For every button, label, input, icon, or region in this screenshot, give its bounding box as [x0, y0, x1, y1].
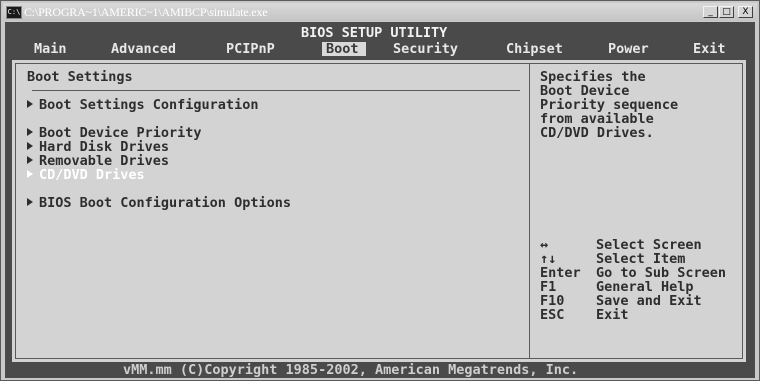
bios-utility-title: BIOS SETUP UTILITY — [301, 25, 448, 41]
help-text-line: from available — [540, 111, 654, 127]
status-footer: vMM.mm (C)Copyright 1985-2002, American … — [5, 363, 755, 378]
tab-boot[interactable]: Boot — [326, 42, 359, 56]
menu-item-bios-boot-configuration-options[interactable]: BIOS Boot Configuration Options — [27, 196, 291, 210]
menu-item-label: Boot Settings Configuration — [39, 97, 259, 113]
help-text-line: Boot Device — [540, 83, 630, 99]
menu-item-label: BIOS Boot Configuration Options — [39, 195, 291, 211]
help-text-line: Priority sequence — [540, 97, 679, 113]
key-hint-action: Select Screen — [596, 237, 702, 253]
key-hint-key: F10 — [540, 293, 565, 309]
menu-item-boot-settings-configuration[interactable]: Boot Settings Configuration — [27, 98, 258, 112]
copyright-text: vMM.mm (C)Copyright 1985-2002, American … — [123, 362, 579, 378]
title-bar[interactable]: C:\ C:\PROGRA~1\AMERIC~1\AMIBCP\simulate… — [3, 3, 757, 21]
key-hint-action: Exit — [596, 307, 629, 323]
menu-item-hard-disk-drives[interactable]: Hard Disk Drives — [27, 140, 169, 154]
key-hint-key: ↑↓ — [540, 251, 557, 267]
key-hint-action: Go to Sub Screen — [596, 265, 727, 281]
key-hint-key: F1 — [540, 279, 557, 295]
menu-item-label-selected: CD/DVD Drives — [39, 167, 145, 183]
tab-pcipnp[interactable]: PCIPnP — [226, 42, 275, 56]
tab-power[interactable]: Power — [608, 42, 649, 56]
tab-security[interactable]: Security — [393, 42, 458, 56]
section-rule — [32, 90, 520, 91]
section-title: Boot Settings — [27, 69, 133, 85]
submenu-arrow-icon — [27, 156, 33, 164]
settings-panel-frame: Boot Settings Boot Settings Configuratio… — [15, 63, 743, 359]
submenu-arrow-icon — [27, 142, 33, 150]
submenu-arrow-icon — [27, 100, 33, 108]
maximize-button[interactable]: □ — [719, 6, 734, 18]
key-hint-action: General Help — [596, 279, 694, 295]
key-hint-key: Enter — [540, 265, 581, 281]
settings-panel: Boot Settings Boot Settings Configuratio… — [12, 60, 746, 362]
tab-main[interactable]: Main — [34, 42, 67, 56]
key-hint-key: ↔ — [540, 237, 549, 253]
help-divider — [529, 64, 530, 358]
application-window: C:\ C:\PROGRA~1\AMERIC~1\AMIBCP\simulate… — [0, 0, 760, 381]
bios-screen: BIOS SETUP UTILITY Main Advanced PCIPnP … — [5, 22, 755, 378]
submenu-arrow-icon — [27, 170, 33, 178]
window-title: C:\PROGRA~1\AMERIC~1\AMIBCP\simulate.exe — [24, 5, 268, 19]
close-button[interactable]: X — [738, 6, 753, 18]
menu-item-boot-device-priority[interactable]: Boot Device Priority — [27, 126, 202, 140]
help-text-line: Specifies the — [540, 69, 646, 85]
key-hint-action: Select Item — [596, 251, 686, 267]
key-hint-action: Save and Exit — [596, 293, 702, 309]
tab-exit[interactable]: Exit — [693, 42, 726, 56]
tab-advanced[interactable]: Advanced — [111, 42, 176, 56]
submenu-arrow-icon — [27, 128, 33, 136]
menu-item-cd-dvd-drives[interactable]: CD/DVD Drives — [27, 168, 145, 182]
tab-chipset[interactable]: Chipset — [506, 42, 563, 56]
submenu-arrow-icon — [27, 198, 33, 206]
key-hint-key: ESC — [540, 307, 565, 323]
minimize-button[interactable]: _ — [703, 6, 718, 18]
console-app-icon[interactable]: C:\ — [6, 6, 22, 19]
menu-item-removable-drives[interactable]: Removable Drives — [27, 154, 169, 168]
help-text-line: CD/DVD Drives. — [540, 125, 654, 141]
